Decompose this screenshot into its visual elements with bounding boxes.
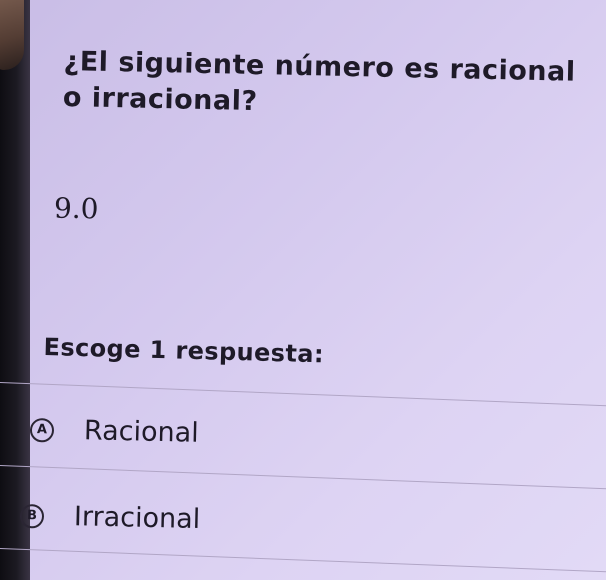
divider-bottom	[0, 548, 606, 574]
option-b-label: Irracional	[73, 501, 201, 536]
finger-shadow	[0, 0, 24, 70]
option-a[interactable]: A Racional	[29, 414, 200, 449]
answer-prompt: Escoge 1 respuesta:	[43, 333, 325, 369]
option-b-badge: B	[19, 503, 45, 529]
exercise-screen: ¿El siguiente número es racional o irrac…	[0, 0, 606, 580]
divider-middle	[0, 465, 606, 491]
question-text: ¿El siguiente número es racional o irrac…	[62, 45, 576, 118]
option-b[interactable]: B Irracional	[19, 500, 201, 536]
question-number: 9.0	[53, 191, 99, 226]
option-a-badge: A	[29, 417, 55, 443]
option-a-label: Racional	[83, 415, 200, 449]
divider-top	[0, 382, 606, 408]
phone-bezel	[0, 0, 30, 580]
